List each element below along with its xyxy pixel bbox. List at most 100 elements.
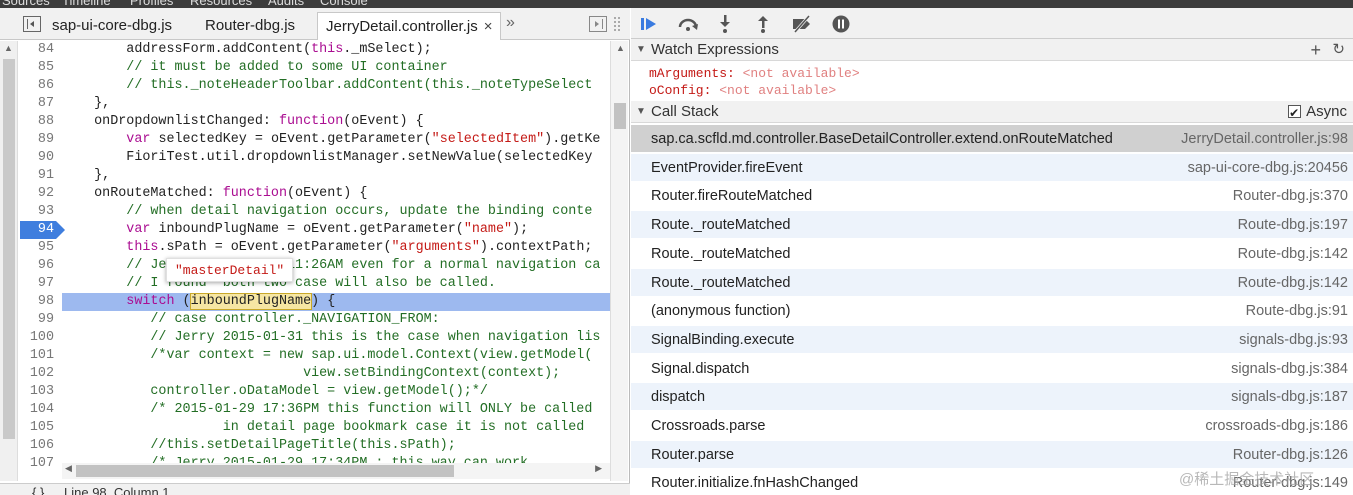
call-frame[interactable]: Route._routeMatched Route-dbg.js:142 — [631, 240, 1353, 268]
code-editor[interactable]: 84 addressForm.addContent(this._mSelect)… — [20, 41, 610, 471]
line-number[interactable]: 84 — [20, 41, 54, 59]
hovered-token[interactable]: inboundPlugName — [189, 293, 313, 310]
code-line[interactable]: 102 view.setBindingContext(context); — [20, 365, 610, 383]
line-number[interactable]: 101 — [20, 347, 54, 365]
call-frame[interactable]: Crossroads.parse crossroads-dbg.js:186 — [631, 412, 1353, 440]
line-number[interactable]: 91 — [20, 167, 54, 185]
step-over-icon[interactable] — [677, 14, 698, 34]
async-toggle[interactable]: Async — [1288, 101, 1347, 124]
tab-sap-ui-core[interactable]: sap-ui-core-dbg.js — [52, 12, 172, 40]
frame-location[interactable]: Router-dbg.js:370 — [1233, 182, 1348, 210]
code-line[interactable]: 93 // when detail navigation occurs, upd… — [20, 203, 610, 221]
line-number[interactable]: 104 — [20, 401, 54, 419]
scroll-right-icon[interactable]: ▶ — [595, 463, 602, 474]
call-frame-selected[interactable]: sap.ca.scfld.md.controller.BaseDetailCon… — [631, 125, 1353, 153]
code-line[interactable]: 92 onRouteMatched: function(oEvent) { — [20, 185, 610, 203]
code-line[interactable]: 97 // I found both two case will also be… — [20, 275, 610, 293]
panel-tab[interactable]: Sources — [2, 0, 50, 8]
refresh-icon[interactable]: ↻ — [1332, 39, 1345, 61]
frame-location[interactable]: JerryDetail.controller.js:98 — [1181, 125, 1348, 153]
frame-location[interactable]: signals-dbg.js:384 — [1231, 355, 1348, 383]
line-number[interactable]: 99 — [20, 311, 54, 329]
toggle-debugger-icon[interactable] — [589, 16, 607, 32]
frame-location[interactable]: signals-dbg.js:187 — [1231, 383, 1348, 411]
call-frame[interactable]: dispatch signals-dbg.js:187 — [631, 383, 1353, 412]
frame-location[interactable]: Route-dbg.js:142 — [1238, 269, 1348, 297]
code-line[interactable]: 88 onDropdownlistChanged: function(oEven… — [20, 113, 610, 131]
code-line[interactable]: 104 /* 2015-01-29 17:36PM this function … — [20, 401, 610, 419]
line-number[interactable]: 102 — [20, 365, 54, 383]
scrollbar-thumb[interactable] — [614, 103, 626, 129]
scrollbar-thumb[interactable] — [3, 59, 15, 439]
frame-location[interactable]: Route-dbg.js:197 — [1238, 211, 1348, 239]
pretty-print-button[interactable]: { } — [32, 485, 44, 495]
call-frame[interactable]: (anonymous function) Route-dbg.js:91 — [631, 297, 1353, 326]
line-number[interactable]: 96 — [20, 257, 54, 275]
code-line[interactable]: 89 var selectedKey = oEvent.getParameter… — [20, 131, 610, 149]
line-number[interactable]: 103 — [20, 383, 54, 401]
code-line[interactable]: 105 in detail page bookmark case it is n… — [20, 419, 610, 437]
editor-vertical-scrollbar[interactable]: ▲ — [610, 41, 628, 481]
frame-location[interactable]: signals-dbg.js:93 — [1239, 326, 1348, 354]
code-line[interactable]: 100 // Jerry 2015-01-31 this is the case… — [20, 329, 610, 347]
panel-tab[interactable]: Timeline — [62, 0, 111, 8]
code-line[interactable]: 87 }, — [20, 95, 610, 113]
line-number[interactable]: 89 — [20, 131, 54, 149]
watch-item[interactable]: mArguments: <not available> — [649, 65, 860, 82]
async-checkbox[interactable] — [1288, 102, 1302, 124]
deactivate-breakpoints-icon[interactable] — [791, 14, 811, 34]
line-number[interactable]: 95 — [20, 239, 54, 257]
scroll-up-icon[interactable]: ▲ — [616, 43, 625, 53]
code-line-current[interactable]: 98 switch (inboundPlugName) { — [20, 293, 610, 311]
code-line[interactable]: 84 addressForm.addContent(this._mSelect)… — [20, 41, 610, 59]
line-number[interactable]: 85 — [20, 59, 54, 77]
code-line[interactable]: 91 }, — [20, 167, 610, 185]
collapse-triangle-icon[interactable]: ▼ — [636, 101, 646, 123]
navigator-scrollbar[interactable]: ▲ — [0, 41, 18, 481]
tab-router-dbg[interactable]: Router-dbg.js — [205, 12, 295, 40]
line-number[interactable]: 92 — [20, 185, 54, 203]
code-line[interactable]: 101 /*var context = new sap.ui.model.Con… — [20, 347, 610, 365]
frame-location[interactable]: Route-dbg.js:91 — [1246, 297, 1348, 325]
panel-tab[interactable]: Audits — [268, 0, 304, 8]
frame-location[interactable]: sap-ui-core-dbg.js:20456 — [1188, 154, 1348, 182]
line-number[interactable]: 87 — [20, 95, 54, 113]
tab-jerrydetail-controller[interactable]: JerryDetail.controller.js × — [317, 12, 502, 40]
frame-location[interactable]: Router-dbg.js:126 — [1233, 441, 1348, 469]
toggle-navigator-icon[interactable] — [23, 16, 41, 32]
call-frame[interactable]: Route._routeMatched Route-dbg.js:142 — [631, 268, 1353, 297]
pause-on-exceptions-icon[interactable] — [831, 14, 851, 34]
code-line[interactable]: 106 //this.setDetailPageTitle(this.sPath… — [20, 437, 610, 455]
scroll-left-icon[interactable]: ◀ — [65, 463, 72, 474]
call-frame[interactable]: Signal.dispatch signals-dbg.js:384 — [631, 355, 1353, 383]
line-number[interactable]: 97 — [20, 275, 54, 293]
close-icon[interactable]: × — [484, 18, 493, 35]
watch-expressions-header[interactable]: ▼ Watch Expressions + ↻ — [631, 39, 1353, 61]
line-number[interactable]: 98 — [20, 293, 54, 311]
panel-tab[interactable]: Console — [320, 0, 368, 8]
code-line[interactable]: 95 this.sPath = oEvent.getParameter("arg… — [20, 239, 610, 257]
scrollbar-thumb[interactable] — [76, 465, 454, 477]
drag-handle-icon[interactable] — [614, 17, 620, 31]
frame-location[interactable]: crossroads-dbg.js:186 — [1205, 412, 1348, 440]
collapse-triangle-icon[interactable]: ▼ — [636, 39, 646, 61]
code-line[interactable]: 99 // case controller._NAVIGATION_FROM: — [20, 311, 610, 329]
panel-tab[interactable]: Resources — [190, 0, 252, 8]
panel-tab[interactable]: Profiles — [130, 0, 173, 8]
editor-horizontal-scrollbar[interactable]: ◀ ▶ — [62, 463, 610, 479]
line-number[interactable]: 90 — [20, 149, 54, 167]
code-line[interactable]: 103 controller.oDataModel = view.getMode… — [20, 383, 610, 401]
line-number[interactable]: 105 — [20, 419, 54, 437]
line-number[interactable]: 88 — [20, 113, 54, 131]
frame-location[interactable]: Route-dbg.js:142 — [1238, 240, 1348, 268]
code-line[interactable]: 90 FioriTest.util.dropdownlistManager.se… — [20, 149, 610, 167]
code-line[interactable]: 86 // this._noteHeaderToolbar.addContent… — [20, 77, 610, 95]
step-into-icon[interactable] — [715, 14, 735, 34]
call-frame[interactable]: EventProvider.fireEvent sap-ui-core-dbg.j… — [631, 153, 1353, 182]
resume-icon[interactable] — [639, 14, 659, 34]
line-number[interactable]: 100 — [20, 329, 54, 347]
call-frame[interactable]: SignalBinding.execute signals-dbg.js:93 — [631, 325, 1353, 354]
code-line[interactable]: 94 var inboundPlugName = oEvent.getParam… — [20, 221, 610, 239]
line-number[interactable]: 106 — [20, 437, 54, 455]
step-out-icon[interactable] — [753, 14, 773, 34]
